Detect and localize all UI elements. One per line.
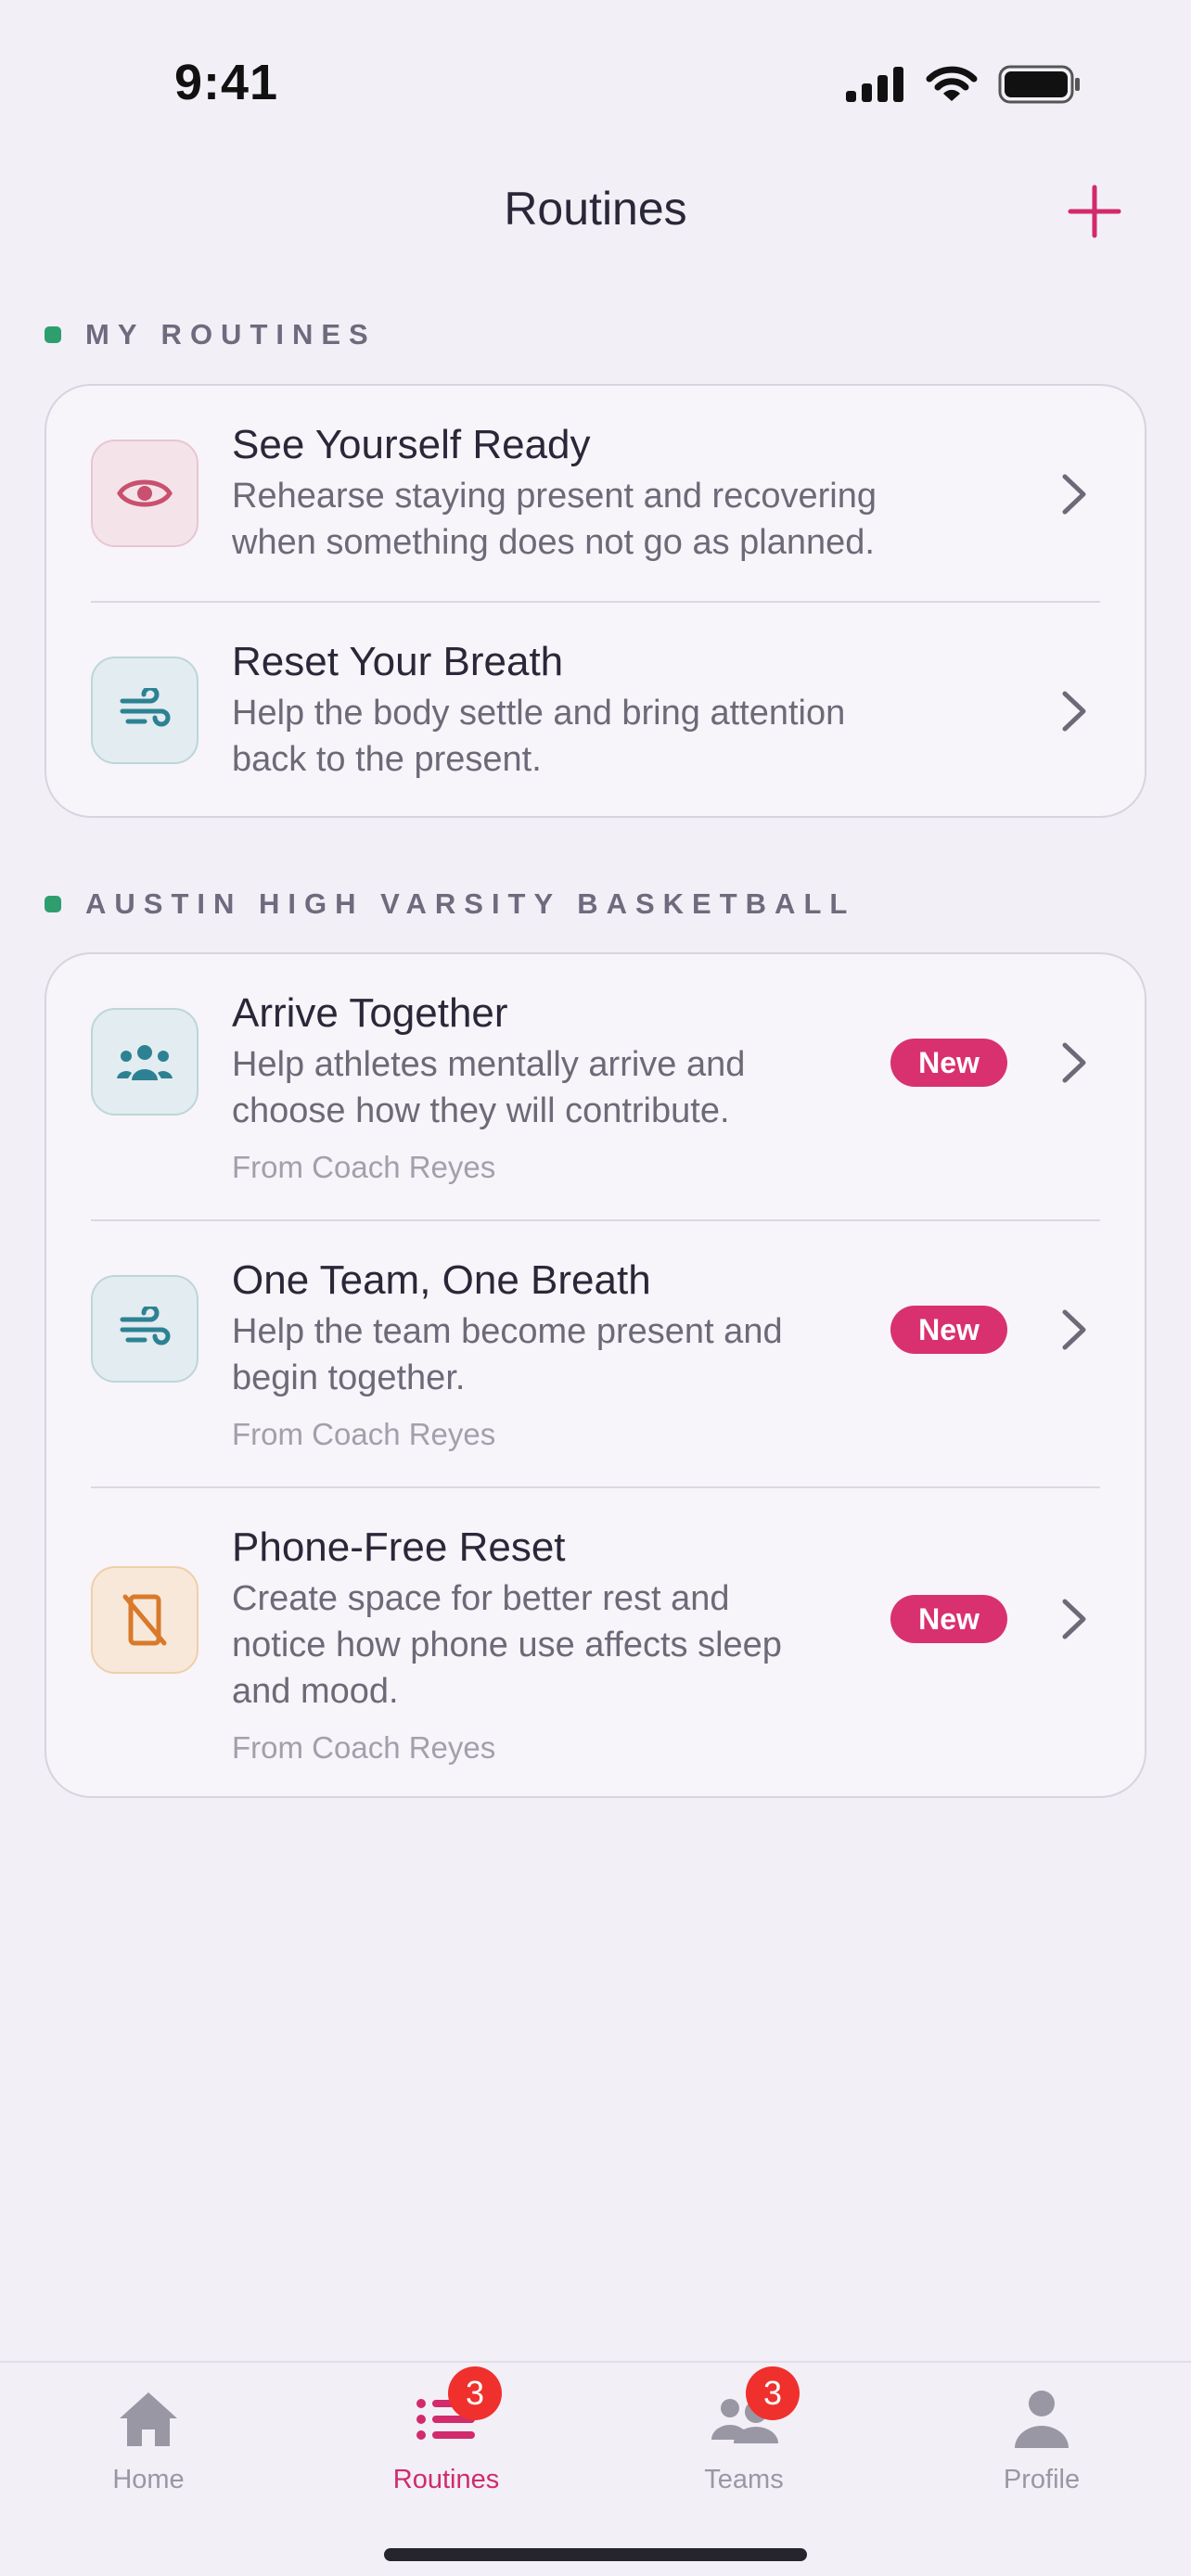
tab-label: Routines — [392, 2465, 500, 2494]
row-text: Arrive Together Help athletes mentally a… — [232, 989, 745, 1188]
wind-icon-tile — [91, 657, 198, 764]
section-header-team: AUSTIN HIGH VARSITY BASKETBALL — [45, 887, 855, 921]
row-text: Reset Your Breath Help the body settle a… — [232, 638, 845, 783]
row-text: See Yourself Ready Rehearse staying pres… — [232, 421, 877, 566]
routine-row-arrive-together[interactable]: Arrive Together Help athletes mentally a… — [46, 954, 1145, 1221]
description-line: Help the team become present and — [232, 1312, 783, 1351]
tab-bar: Home 3 Routines 3 Teams Profile — [0, 2361, 1191, 2576]
new-badge: New — [890, 1306, 1007, 1354]
section-label: AUSTIN HIGH VARSITY BASKETBALL — [85, 887, 856, 920]
description-line: choose how they will contribute. — [232, 1091, 730, 1130]
routine-source: From Coach Reyes — [232, 1150, 496, 1184]
tab-home[interactable]: Home — [56, 2381, 241, 2495]
description-line: and mood. — [232, 1672, 399, 1711]
group-icon-tile — [91, 1008, 198, 1116]
chevron-right-icon — [1062, 474, 1086, 515]
wind-icon-tile — [91, 1275, 198, 1383]
page-title: Routines — [504, 183, 687, 235]
routine-row-reset-your-breath[interactable]: Reset Your Breath Help the body settle a… — [46, 603, 1145, 816]
eye-icon — [117, 479, 173, 507]
add-routine-button[interactable] — [1065, 182, 1124, 241]
tab-teams[interactable]: 3 Teams — [651, 2366, 837, 2495]
description-line: when something does not go as planned. — [232, 523, 875, 562]
tab-icon-wrap: 3 — [698, 2366, 800, 2457]
tab-label: Home — [112, 2465, 185, 2494]
chevron-right-icon — [1062, 1042, 1086, 1083]
description-line: Create space for better rest and — [232, 1579, 730, 1618]
battery-icon — [998, 65, 1080, 104]
routine-description: Help the body settle and bring attention… — [232, 690, 845, 783]
routine-title: One Team, One Breath — [232, 1257, 651, 1303]
row-text: Phone-Free Reset Create space for better… — [232, 1524, 782, 1768]
tab-label: Teams — [704, 2465, 784, 2494]
tab-icon-wrap — [995, 2381, 1088, 2457]
description-line: Help the body settle and bring attention — [232, 694, 846, 733]
routine-title: Arrive Together — [232, 990, 508, 1036]
description-line: Rehearse staying present and recovering — [232, 477, 877, 516]
routine-row-phone-free-reset[interactable]: Phone-Free Reset Create space for better… — [46, 1488, 1145, 1796]
section-header-my-routines: MY ROUTINES — [45, 318, 377, 351]
chevron-right-icon — [1062, 1599, 1086, 1639]
home-indicator — [384, 2548, 807, 2561]
person-icon — [1015, 2391, 1069, 2448]
row-text: One Team, One Breath Help the team becom… — [232, 1256, 783, 1455]
routine-description: Rehearse staying present and recovering … — [232, 473, 877, 566]
wifi-icon — [926, 66, 978, 101]
new-badge: New — [890, 1039, 1007, 1087]
tab-routines[interactable]: 3 Routines — [353, 2366, 539, 2495]
description-line: begin together. — [232, 1358, 466, 1397]
routine-source: From Coach Reyes — [232, 1417, 496, 1451]
chevron-right-icon — [1062, 1309, 1086, 1350]
routine-description: Help athletes mentally arrive and choose… — [232, 1041, 745, 1134]
routine-title: Reset Your Breath — [232, 639, 564, 684]
routine-description: Create space for better rest and notice … — [232, 1575, 782, 1715]
tab-label: Profile — [1003, 2465, 1081, 2494]
plus-icon — [1068, 185, 1121, 238]
tab-profile[interactable]: Profile — [949, 2381, 1134, 2495]
routines-screen: 9:41 Routines MY ROUTINES See Yourself R… — [0, 0, 1191, 2576]
phone-off-icon-tile — [91, 1566, 198, 1674]
routine-row-one-team-one-breath[interactable]: One Team, One Breath Help the team becom… — [46, 1221, 1145, 1488]
routine-source: From Coach Reyes — [232, 1730, 496, 1765]
section-dot — [45, 896, 61, 912]
status-bar: 9:41 — [0, 0, 1191, 139]
description-line: notice how phone use affects sleep — [232, 1626, 782, 1664]
description-line: Help athletes mentally arrive and — [232, 1045, 746, 1084]
team-routines-card: Arrive Together Help athletes mentally a… — [45, 952, 1146, 1798]
notification-badge: 3 — [746, 2366, 800, 2420]
tab-icon-wrap — [102, 2381, 195, 2457]
notification-badge: 3 — [448, 2366, 502, 2420]
home-icon — [120, 2392, 177, 2446]
chevron-right-icon — [1062, 691, 1086, 732]
status-time: 9:41 — [174, 55, 279, 110]
section-label: MY ROUTINES — [85, 318, 377, 351]
new-badge: New — [890, 1595, 1007, 1643]
wind-icon — [120, 1307, 171, 1345]
section-dot — [45, 326, 61, 343]
eye-icon-tile — [91, 440, 198, 547]
wind-icon — [120, 688, 171, 727]
routine-description: Help the team become present and begin t… — [232, 1308, 783, 1401]
signal-icon — [846, 67, 903, 102]
routine-title: See Yourself Ready — [232, 422, 591, 467]
description-line: back to the present. — [232, 740, 542, 779]
routine-title: Phone-Free Reset — [232, 1524, 566, 1570]
group-icon — [117, 1045, 173, 1080]
tab-icon-wrap: 3 — [400, 2366, 502, 2457]
status-icons — [846, 65, 1082, 104]
phone-off-icon — [122, 1594, 167, 1646]
my-routines-card: See Yourself Ready Rehearse staying pres… — [45, 384, 1146, 818]
routine-row-see-yourself-ready[interactable]: See Yourself Ready Rehearse staying pres… — [46, 386, 1145, 603]
